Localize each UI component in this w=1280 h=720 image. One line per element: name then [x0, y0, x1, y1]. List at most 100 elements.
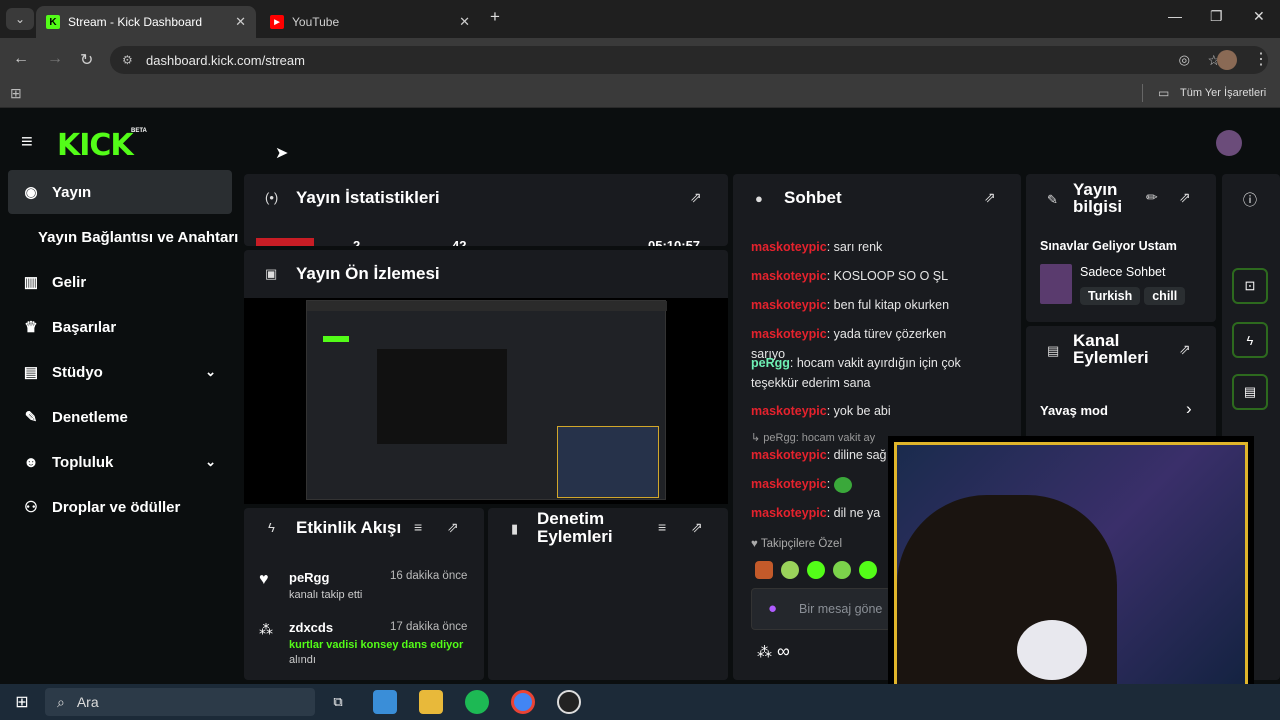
- emote-icon[interactable]: [859, 561, 877, 579]
- new-tab-button[interactable]: +: [490, 7, 500, 27]
- close-icon[interactable]: ✕: [235, 14, 246, 30]
- streamer-silhouette: [897, 495, 1117, 700]
- youtube-favicon-icon: ▶: [270, 15, 284, 29]
- info-icon[interactable]: ⓘ: [1243, 190, 1257, 210]
- close-icon[interactable]: ✕: [459, 14, 470, 30]
- bookmarks-bar: ⊞ ▭ Tüm Yer İşaretleri: [0, 80, 1280, 108]
- chat-message: maskoteypic: diline sağ: [751, 445, 891, 465]
- microphone-icon[interactable]: ●: [768, 600, 777, 617]
- nested-preview: [377, 349, 507, 444]
- reload-button[interactable]: ↻: [80, 50, 93, 70]
- moderation-title: Denetim Eylemleri: [537, 509, 613, 546]
- sliders-icon: ▤: [1047, 343, 1060, 358]
- task-view-icon[interactable]: ⧉: [326, 690, 350, 714]
- close-window-button[interactable]: ✕: [1253, 8, 1265, 25]
- tag-pill[interactable]: chill: [1144, 287, 1186, 305]
- chat-username[interactable]: maskoteypic: [751, 477, 827, 491]
- sidebar-item-topluluk[interactable]: ☻ Topluluk ⌄: [8, 440, 232, 484]
- popout-icon[interactable]: ⇗: [1179, 189, 1191, 206]
- emote-icon[interactable]: [807, 561, 825, 579]
- event-user[interactable]: peRgg: [289, 570, 329, 585]
- tab-kick-dashboard[interactable]: K Stream - Kick Dashboard ✕: [36, 6, 256, 38]
- rail-action-button[interactable]: ▤: [1232, 374, 1268, 410]
- obs-icon[interactable]: [557, 690, 581, 714]
- taskbar-search[interactable]: ⌕ Ara: [45, 688, 315, 716]
- spotify-icon[interactable]: [465, 690, 489, 714]
- site-info-icon[interactable]: ⚙: [122, 53, 133, 67]
- divider: [1142, 84, 1143, 102]
- chat-username[interactable]: maskoteypic: [751, 506, 827, 520]
- chat-reply-text: peRgg: hocam vakit ay: [763, 432, 876, 444]
- popout-icon[interactable]: ⇗: [691, 519, 703, 536]
- maximize-button[interactable]: ❐: [1210, 8, 1223, 25]
- tag-pill[interactable]: Turkish: [1080, 287, 1141, 305]
- hamburger-menu-icon[interactable]: ≡: [21, 131, 33, 154]
- nested-logo: [323, 336, 349, 342]
- sidebar-item-yayin[interactable]: ◉ Yayın: [8, 170, 232, 214]
- viewer-count: 2: [353, 238, 361, 246]
- filter-icon[interactable]: ≡: [658, 519, 666, 535]
- emote-icon[interactable]: [781, 561, 799, 579]
- kick-logo[interactable]: KICK: [57, 128, 134, 163]
- chat-message: maskoteypic: yok be abi: [751, 401, 981, 421]
- popout-icon[interactable]: ⇗: [984, 189, 996, 206]
- url-field[interactable]: ⚙ dashboard.kick.com/stream ◎ ☆: [110, 46, 1268, 74]
- browser-tab-bar: ⌄ K Stream - Kick Dashboard ✕ ▶ YouTube …: [0, 0, 1280, 38]
- popout-icon[interactable]: ⇗: [690, 189, 702, 206]
- chat-username[interactable]: maskoteypic: [751, 448, 827, 462]
- chevron-right-icon[interactable]: ›: [1186, 399, 1192, 419]
- app-icon[interactable]: [373, 690, 397, 714]
- eye-off-icon[interactable]: ◎: [1179, 52, 1190, 68]
- chat-username[interactable]: maskoteypic: [751, 240, 827, 254]
- chat-text: :: [826, 477, 831, 491]
- chrome-icon[interactable]: [511, 690, 535, 714]
- tab-youtube[interactable]: ▶ YouTube ✕: [260, 6, 480, 38]
- chat-text: : ben ful kitap okurken: [826, 298, 950, 312]
- apps-grid-icon[interactable]: ⊞: [10, 85, 22, 102]
- chat-input[interactable]: ● Bir mesaj göne: [751, 588, 891, 630]
- slow-mode-label[interactable]: Yavaş mod: [1040, 403, 1108, 418]
- sidebar-item-stream-key[interactable]: Yayın Bağlantısı ve Anahtarı: [8, 215, 244, 259]
- chat-username[interactable]: maskoteypic: [751, 298, 827, 312]
- emote-icon[interactable]: [755, 561, 773, 579]
- event-user[interactable]: zdxcds: [289, 620, 333, 635]
- profile-avatar[interactable]: [1217, 50, 1237, 70]
- stats-panel: [244, 174, 728, 246]
- rail-action-button[interactable]: ⊡: [1232, 268, 1268, 304]
- back-button[interactable]: ←: [13, 50, 29, 68]
- sidebar-item-basarilar[interactable]: ♛ Başarılar: [8, 305, 232, 349]
- preview-video[interactable]: [244, 298, 728, 504]
- windows-start-icon[interactable]: ⊞: [10, 690, 34, 714]
- edit-icon[interactable]: ✏: [1146, 189, 1158, 206]
- filter-icon[interactable]: ≡: [414, 519, 422, 535]
- chat-text: : sarı renk: [826, 240, 883, 254]
- folder-icon: ▭: [1158, 86, 1170, 100]
- chat-username[interactable]: peRgg: [751, 356, 790, 370]
- sidebar-item-denetleme[interactable]: ✎ Denetleme: [8, 395, 232, 439]
- popout-icon[interactable]: ⇗: [447, 519, 459, 536]
- rail-action-button[interactable]: ϟ: [1232, 322, 1268, 358]
- minimize-button[interactable]: —: [1168, 8, 1182, 24]
- tag-list: Turkish chill: [1080, 287, 1212, 305]
- category-thumbnail: [1040, 264, 1072, 304]
- chat-username[interactable]: maskoteypic: [751, 327, 827, 341]
- emote-icon[interactable]: [833, 561, 851, 579]
- file-explorer-icon[interactable]: [419, 690, 443, 714]
- sidebar-item-studyo[interactable]: ▤ Stüdyo ⌄: [8, 350, 232, 394]
- preview-title: Yayın Ön İzlemesi: [296, 264, 440, 283]
- menu-dots-icon[interactable]: ⋮: [1253, 49, 1269, 69]
- sidebar-item-label: Gelir: [52, 273, 87, 291]
- popout-icon[interactable]: ⇗: [1179, 341, 1191, 358]
- kicks-icon[interactable]: ⁂: [757, 643, 772, 661]
- studio-icon: ▤: [23, 364, 39, 381]
- sidebar-item-droplar[interactable]: ⚇ Droplar ve ödüller: [8, 485, 232, 529]
- chat-username[interactable]: maskoteypic: [751, 404, 827, 418]
- tab-search-button[interactable]: ⌄: [6, 8, 34, 30]
- forward-button[interactable]: →: [47, 50, 63, 68]
- sidebar-item-gelir[interactable]: ▥ Gelir: [8, 260, 232, 304]
- category-name[interactable]: Sadece Sohbet: [1080, 265, 1166, 279]
- all-bookmarks-link[interactable]: Tüm Yer İşaretleri: [1180, 87, 1266, 99]
- user-avatar[interactable]: [1216, 130, 1242, 156]
- webcam-frame: K 3: [894, 442, 1248, 705]
- chat-username[interactable]: maskoteypic: [751, 269, 827, 283]
